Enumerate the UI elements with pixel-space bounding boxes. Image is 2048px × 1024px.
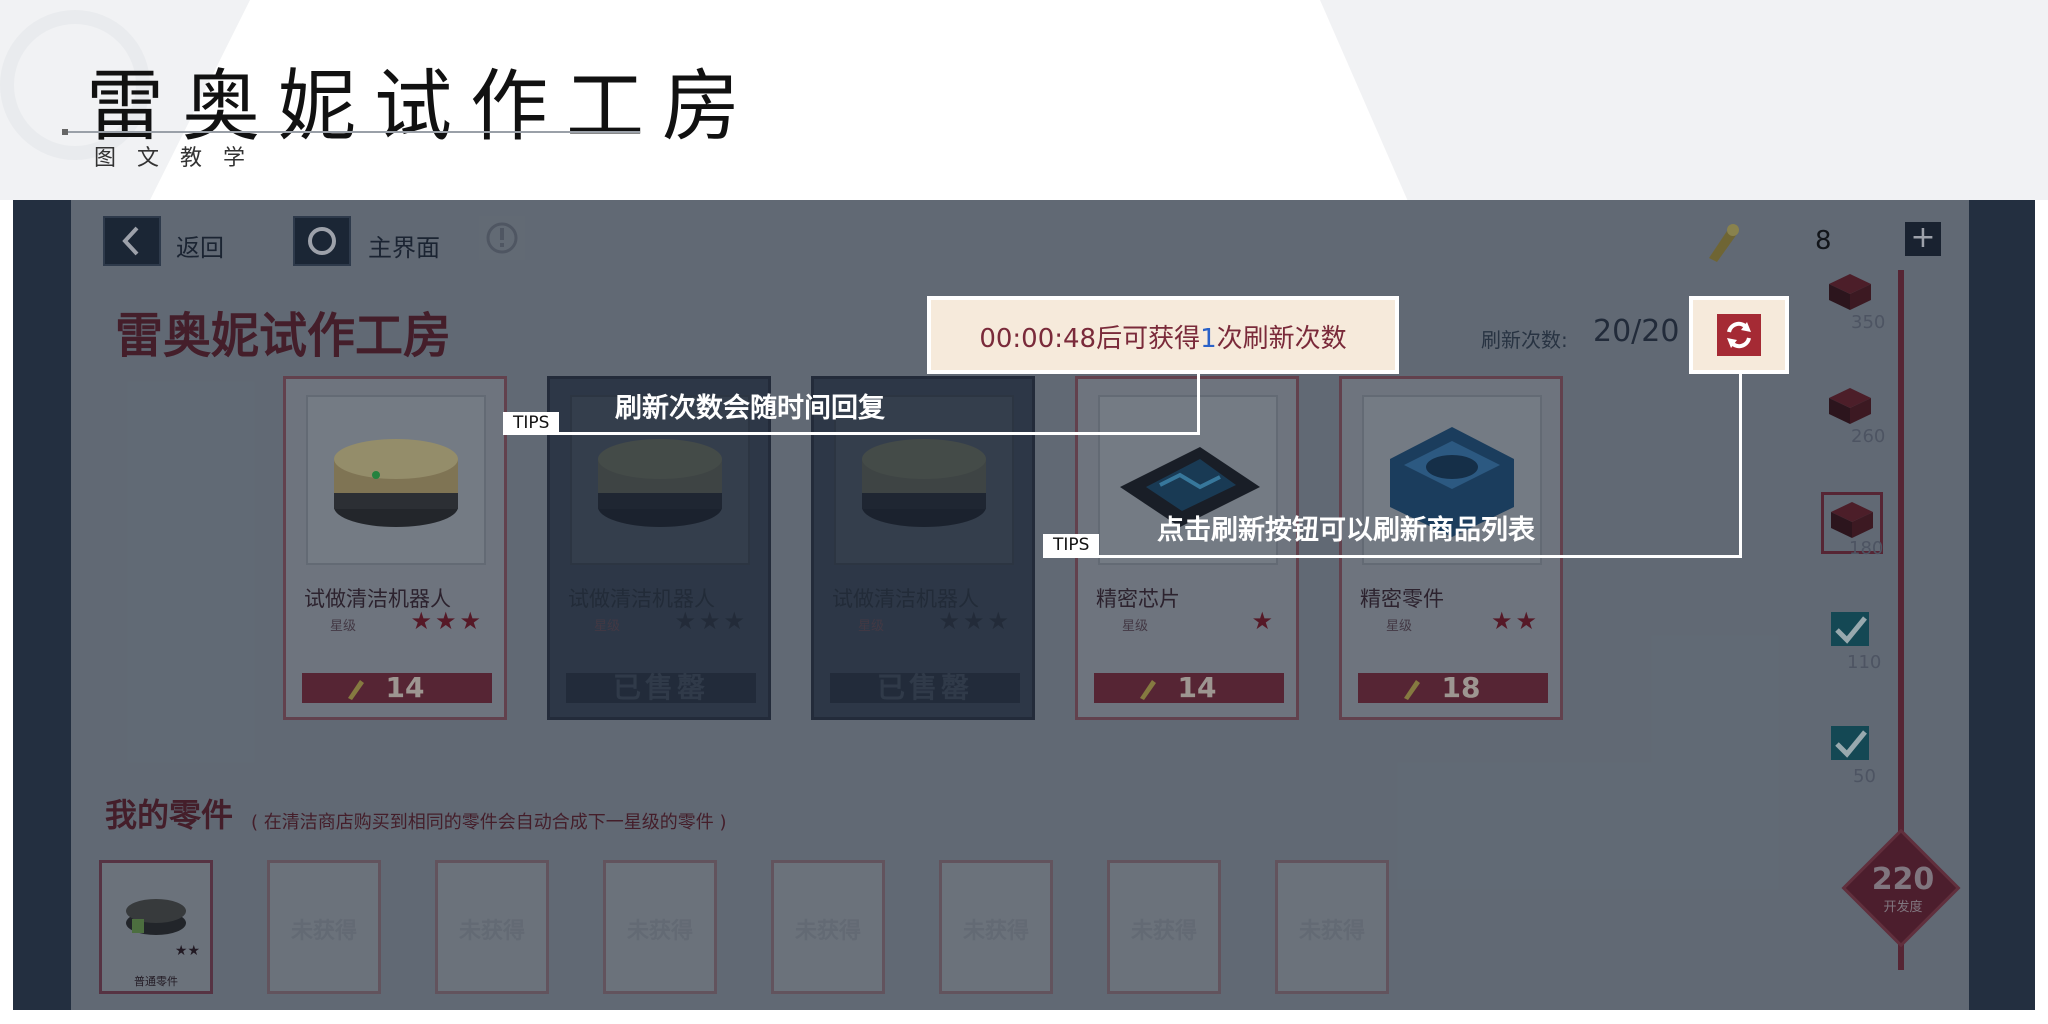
reward-box-icon — [1829, 274, 1871, 310]
card-stars: ★★★ — [410, 607, 484, 635]
price-value: 18 — [1441, 671, 1481, 704]
timer-suffix: 次刷新次数 — [1216, 324, 1347, 354]
card-stars: ★★★ — [674, 607, 748, 635]
callout-line — [1043, 555, 1742, 558]
part-slot-empty: 未获得 — [267, 860, 381, 994]
part-slot-empty: 未获得 — [603, 860, 717, 994]
alert-icon — [486, 222, 518, 254]
unobtained-label: 未获得 — [290, 919, 357, 944]
add-currency-button[interactable]: + — [1905, 222, 1941, 256]
chevron-left-icon — [122, 226, 139, 256]
price-button[interactable]: 14 — [1094, 673, 1284, 703]
timer-banner: 00:00:48后可获得1次刷新次数 — [931, 300, 1395, 370]
card-grade-label: 星级 — [1386, 619, 1413, 634]
cleaning-robot-image — [306, 395, 486, 565]
parts-title: 我的零件 — [105, 796, 234, 834]
timer-text: 00:00:48后可获得1次刷新次数 — [931, 318, 1395, 355]
sold-out-label: 已售罄 — [876, 671, 973, 704]
refresh-button[interactable] — [1693, 300, 1785, 370]
progress-node-value: 260 — [1851, 426, 1886, 447]
back-button[interactable] — [103, 216, 161, 266]
card-stars: ★ — [1251, 607, 1276, 635]
slide-subtitle: 图文教学 — [94, 146, 267, 171]
unobtained-label: 未获得 — [962, 919, 1029, 944]
card-grade-label: 星级 — [858, 619, 885, 634]
part-slot-empty: 未获得 — [939, 860, 1053, 994]
callout-text: 刷新次数会随时间回复 — [615, 393, 885, 424]
card-name: 精密零件 — [1360, 587, 1444, 611]
sold-out-bar: 已售罄 — [830, 673, 1020, 703]
sold-out-bar: 已售罄 — [566, 673, 756, 703]
callout-line — [503, 432, 1200, 435]
refresh-button-face — [1717, 314, 1761, 356]
tips-tag: TIPS — [503, 412, 560, 434]
title-underline — [64, 131, 640, 133]
currency-icon — [1709, 224, 1739, 262]
timer-highlight: 1 — [1200, 324, 1217, 354]
home-circle-icon — [308, 227, 336, 255]
shop-card-sold: 试做清洁机器人 星级 ★★★ 已售罄 — [547, 376, 771, 720]
reward-box-icon — [1831, 502, 1873, 538]
unobtained-label: 未获得 — [626, 919, 693, 944]
callout-line — [1739, 370, 1742, 558]
reward-box-icon — [1829, 388, 1871, 424]
card-stars: ★★★ — [938, 607, 1012, 635]
shop-card[interactable]: 精密芯片 星级 ★ 14 — [1075, 376, 1299, 720]
home-button[interactable] — [293, 216, 351, 266]
card-grade-label: 星级 — [1122, 619, 1149, 634]
game-title: 雷奥妮试作工房 — [115, 308, 452, 364]
card-grade-label: 星级 — [594, 619, 621, 634]
sold-out-label: 已售罄 — [612, 671, 709, 704]
unobtained-label: 未获得 — [794, 919, 861, 944]
progress-node-value: 350 — [1851, 312, 1886, 333]
progress-node-value: 50 — [1853, 766, 1876, 787]
underline-dot — [62, 129, 68, 135]
shop-card[interactable]: 试做清洁机器人 星级 ★★★ 14 — [283, 376, 507, 720]
game-screen: 返回 主界面 8 + 雷奥妮试作工房 刷新次数: 20/20 试做清洁机器人 星… — [13, 200, 2035, 1010]
back-label: 返回 — [176, 234, 224, 262]
refresh-count-value: 20/20 — [1593, 314, 1680, 349]
refresh-icon — [1727, 321, 1751, 349]
unobtained-label: 未获得 — [1130, 919, 1197, 944]
callout-text: 点击刷新按钮可以刷新商品列表 — [1157, 515, 1535, 546]
card-name: 精密芯片 — [1096, 587, 1180, 611]
development-total: 220 — [1871, 862, 1935, 897]
unobtained-label: 未获得 — [458, 919, 525, 944]
shop-card-sold: 试做清洁机器人 星级 ★★★ 已售罄 — [811, 376, 1035, 720]
card-stars: ★★ — [1490, 607, 1540, 635]
part-label: 普通零件 — [134, 975, 178, 988]
price-button[interactable]: 14 — [302, 673, 492, 703]
progress-node-value: 180 — [1849, 538, 1884, 559]
shop-card[interactable]: 精密零件 星级 ★★ 18 — [1339, 376, 1563, 720]
part-slot-empty: 未获得 — [1275, 860, 1389, 994]
price-button[interactable]: 18 — [1358, 673, 1548, 703]
parts-note: ( 在清洁商店购买到相同的零件会自动合成下一星级的零件 ) — [251, 812, 727, 833]
part-stars: ★★ — [174, 943, 200, 959]
unobtained-label: 未获得 — [1298, 919, 1365, 944]
callout-line — [1197, 370, 1200, 434]
check-icon — [1831, 726, 1869, 760]
timer-prefix: 00:00:48后可获得 — [979, 324, 1201, 354]
development-label: 开发度 — [1883, 900, 1923, 915]
refresh-count-label: 刷新次数: — [1481, 328, 1568, 352]
home-label: 主界面 — [368, 234, 440, 262]
part-slot-empty: 未获得 — [1107, 860, 1221, 994]
price-value: 14 — [1177, 671, 1217, 704]
part-slot-empty: 未获得 — [771, 860, 885, 994]
currency-count: 8 — [1815, 226, 1832, 256]
part-slot-empty: 未获得 — [435, 860, 549, 994]
tips-tag: TIPS — [1043, 534, 1100, 556]
part-image — [126, 899, 186, 935]
info-button[interactable] — [479, 216, 525, 260]
card-grade-label: 星级 — [330, 619, 357, 634]
background-shape-right — [1320, 0, 2048, 200]
check-icon — [1831, 612, 1869, 646]
price-value: 14 — [385, 671, 425, 704]
progress-node-value: 110 — [1847, 652, 1882, 673]
part-slot-owned[interactable]: ★★ 普通零件 — [99, 860, 213, 994]
